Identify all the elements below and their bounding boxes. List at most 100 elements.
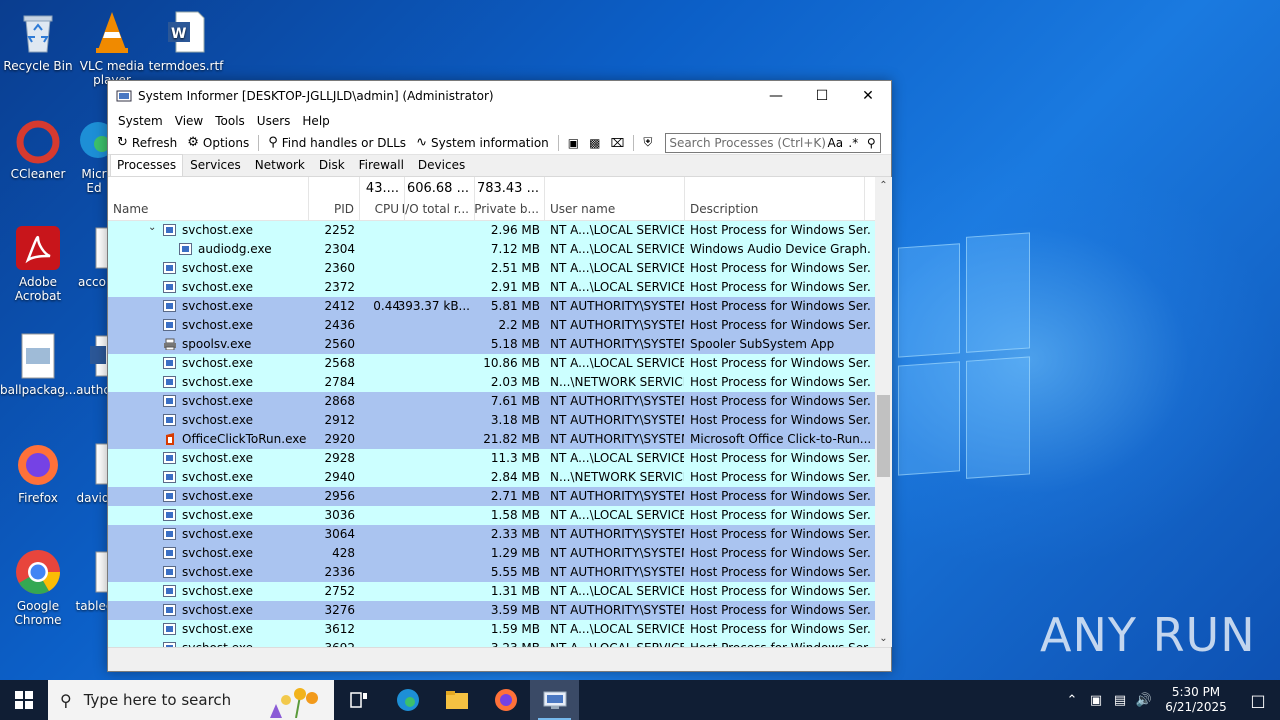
column-header-cpu[interactable]: 43.... CPU <box>360 177 405 221</box>
system-information-button[interactable]: ∿ System information <box>411 132 554 154</box>
process-row[interactable]: svchost.exe 428 1.29 MB NT AUTHORITY\SYSTEM… <box>108 544 875 563</box>
find-window-button[interactable]: ▩ <box>584 132 605 154</box>
desktop-icon-ccleaner[interactable]: CCleaner <box>0 116 76 181</box>
scroll-thumb[interactable] <box>877 395 890 477</box>
notification-icon[interactable]: □ <box>1236 691 1280 710</box>
window-icon-button[interactable]: ▣ <box>563 132 584 154</box>
process-name: svchost.exe <box>182 565 253 579</box>
tab-services[interactable]: Services <box>183 154 248 176</box>
process-row[interactable]: svchost.exe36923.23 MBNT A...\LOCAL SERV… <box>108 639 875 647</box>
desktop-icon-acco[interactable]: acco <box>74 224 110 289</box>
start-button[interactable] <box>0 680 48 720</box>
desktop-icon-recycle-bin[interactable]: Recycle Bin <box>0 8 76 73</box>
column-header-user[interactable]: User name <box>545 177 685 221</box>
process-name: audiodg.exe <box>198 242 272 256</box>
process-row[interactable]: svchost.exe 3612 1.59 MB NT A...\LOCAL SERV… <box>108 620 875 639</box>
terminate-window-button[interactable]: ⌧ <box>605 132 629 154</box>
process-icon <box>163 262 176 274</box>
menu-tools[interactable]: Tools <box>209 114 251 128</box>
process-name: svchost.exe <box>182 394 253 408</box>
process-user: N...\NETWORK SERVICE <box>550 470 684 484</box>
menu-system[interactable]: System <box>112 114 169 128</box>
process-tree[interactable]: Name PID 43.... CPU 606.68 ... I/O total r… <box>108 177 875 647</box>
process-row[interactable]: svchost.exe 2412 0.44 393.37 kB... 5.81 MB NT… <box>108 297 875 316</box>
close-button[interactable]: ✕ <box>845 81 891 111</box>
process-user: NT A...\LOCAL SERVICE <box>550 356 684 370</box>
system-informer-window[interactable]: System Informer [DESKTOP-JGLLJLD\admin] … <box>107 80 892 672</box>
tab-firewall[interactable]: Firewall <box>352 154 411 176</box>
vertical-scrollbar[interactable]: ⌃ ⌄ <box>875 177 892 647</box>
desktop-icon-adobe-acrobat[interactable]: Adobe Acrobat <box>0 224 76 303</box>
process-row[interactable]: svchost.exe 2956 2.71 MB NT AUTHORITY\SYSTE… <box>108 487 875 506</box>
column-header-pid[interactable]: PID <box>309 177 360 221</box>
refresh-button[interactable]: ↻ Refresh <box>112 132 182 154</box>
process-row[interactable]: svchost.exe 2336 5.55 MB NT AUTHORITY\SYSTE… <box>108 563 875 582</box>
desktop-icon-firefox[interactable]: Firefox <box>0 440 76 505</box>
tab-devices[interactable]: Devices <box>411 154 472 176</box>
process-row[interactable]: ⌄ svchost.exe 2252 2.96 MB NT A...\LOCAL SER… <box>108 221 875 240</box>
minimize-button[interactable]: — <box>753 81 799 111</box>
scroll-up-arrow[interactable]: ⌃ <box>875 177 892 194</box>
process-row[interactable]: audiodg.exe 2304 7.12 MB NT A...\LOCAL SERV… <box>108 240 875 259</box>
menu-users[interactable]: Users <box>251 114 297 128</box>
tab-processes[interactable]: Processes <box>110 154 184 176</box>
desktop-icon-label: Firefox <box>18 491 58 505</box>
desktop-icon-google-chrome[interactable]: Google Chrome <box>0 548 76 627</box>
process-private-bytes: 2.96 MB <box>490 223 540 237</box>
collapse-chevron-icon[interactable]: ⌄ <box>148 222 156 233</box>
menu-view[interactable]: View <box>169 114 209 128</box>
desktop-icon-vlc[interactable]: VLC media player <box>74 8 150 87</box>
case-sensitive-toggle[interactable]: Aa <box>826 136 844 150</box>
column-header-io[interactable]: 606.68 ... I/O total r... <box>402 177 475 221</box>
process-row[interactable]: svchost.exe 2436 2.2 MB NT AUTHORITY\SYSTEM… <box>108 316 875 335</box>
desktop-icon-termdoes[interactable]: W termdoes.rtf <box>148 8 224 73</box>
process-private-bytes: 2.2 MB <box>498 318 540 332</box>
process-row[interactable]: svchost.exe 2868 7.61 MB NT AUTHORITY\SYSTE… <box>108 392 875 411</box>
process-row[interactable]: svchost.exe 2372 2.91 MB NT A...\LOCAL SERV… <box>108 278 875 297</box>
process-row[interactable]: svchost.exe 3036 1.58 MB NT A...\LOCAL SERV… <box>108 506 875 525</box>
process-row[interactable]: svchost.exe 2568 10.86 MB NT A...\LOCAL SER… <box>108 354 875 373</box>
process-row[interactable]: svchost.exe 3276 3.59 MB NT AUTHORITY\SYSTE… <box>108 601 875 620</box>
clock[interactable]: 5:30 PM 6/21/2025 <box>1156 685 1236 715</box>
find-handles-button[interactable]: ⚲ Find handles or DLLs <box>263 132 411 154</box>
tab-network[interactable]: Network <box>248 154 312 176</box>
tab-disk[interactable]: Disk <box>312 154 352 176</box>
process-row[interactable]: svchost.exe 2940 2.84 MB N...\NETWORK SERVI… <box>108 468 875 487</box>
column-header-description[interactable]: Description <box>685 177 865 221</box>
column-header-name[interactable]: Name <box>108 177 309 221</box>
taskbar-firefox[interactable] <box>481 680 530 720</box>
column-header-private-bytes[interactable]: 783.43 ... Private b... <box>474 177 545 221</box>
taskbar-edge[interactable] <box>383 680 432 720</box>
maximize-button[interactable]: ☐ <box>799 81 845 111</box>
process-icon <box>163 281 176 293</box>
process-private-bytes: 5.81 MB <box>490 299 540 313</box>
shield-button[interactable]: ⛨ <box>638 132 657 154</box>
device-icon[interactable]: ▣ <box>1084 693 1108 708</box>
desktop-icon-ballpackag[interactable]: ballpackag... <box>0 332 76 397</box>
process-pid: 428 <box>332 546 355 560</box>
regex-toggle[interactable]: .* <box>844 136 862 150</box>
process-row[interactable]: svchost.exe 2784 2.03 MB N...\NETWORK SERVI… <box>108 373 875 392</box>
search-icon[interactable]: ⚲ <box>862 136 880 150</box>
process-row[interactable]: OfficeClickToRun.exe 2920 21.82 MB NT AUTHO… <box>108 430 875 449</box>
process-row[interactable]: svchost.exe 2928 11.3 MB NT A...\LOCAL SERV… <box>108 449 875 468</box>
options-button[interactable]: ⚙ Options <box>182 132 254 154</box>
process-row[interactable]: svchost.exe 2752 1.31 MB NT A...\LOCAL SERV… <box>108 582 875 601</box>
scroll-down-arrow[interactable]: ⌄ <box>875 630 892 647</box>
taskbar-file-explorer[interactable] <box>432 680 481 720</box>
process-row[interactable]: svchost.exe 2912 3.18 MB NT AUTHORITY\SYSTE… <box>108 411 875 430</box>
chevron-up-icon[interactable]: ⌃ <box>1060 693 1084 708</box>
menu-help[interactable]: Help <box>296 114 335 128</box>
title-bar[interactable]: System Informer [DESKTOP-JGLLJLD\admin] … <box>108 81 891 111</box>
process-private-bytes: 5.55 MB <box>490 565 540 579</box>
process-row[interactable]: svchost.exe 3064 2.33 MB NT AUTHORITY\SYSTE… <box>108 525 875 544</box>
taskbar-task-view[interactable] <box>334 680 383 720</box>
process-row[interactable]: spoolsv.exe 2560 5.18 MB NT AUTHORITY\SYSTE… <box>108 335 875 354</box>
search-processes-input[interactable]: Search Processes (Ctrl+K) Aa .* ⚲ <box>665 132 882 153</box>
process-row[interactable]: svchost.exe 2360 2.51 MB NT A...\LOCAL SERV… <box>108 259 875 278</box>
volume-icon[interactable]: 🔊 <box>1132 693 1156 708</box>
network-icon[interactable]: ▤ <box>1108 693 1132 708</box>
magnifier-icon: ⚲ <box>268 135 278 150</box>
taskbar-search-box[interactable]: ⚲ Type here to search <box>48 680 334 720</box>
taskbar-system-informer[interactable] <box>530 680 579 720</box>
